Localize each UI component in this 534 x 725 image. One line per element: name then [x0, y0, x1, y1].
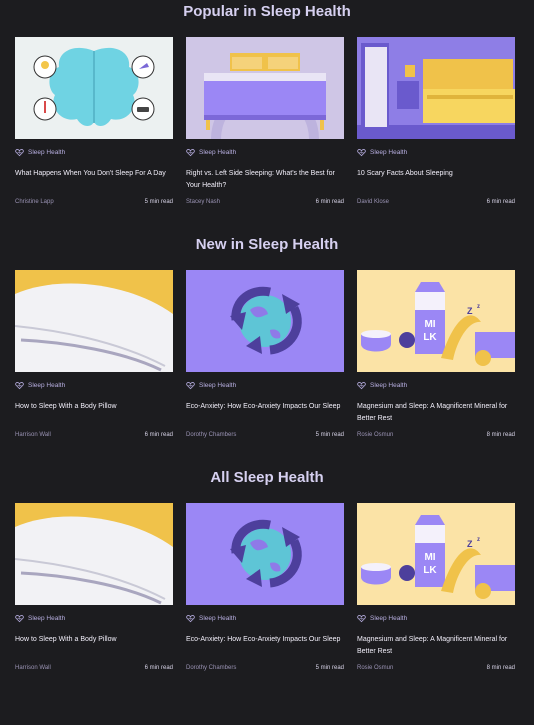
section-title: New in Sleep Health: [195, 236, 339, 253]
article-title[interactable]: Eco-Anxiety: How Eco-Anxiety Impacts Our…: [186, 401, 344, 425]
category-tag[interactable]: Sleep Health: [186, 380, 344, 390]
read-time: 6 min read: [486, 199, 515, 205]
article-title[interactable]: Magnesium and Sleep: A Magnificent Miner…: [357, 401, 515, 425]
svg-text:Z: Z: [467, 539, 473, 549]
article-meta: Rosie Osmun 8 min read: [357, 665, 515, 671]
heart-icon: [186, 381, 195, 389]
pillow-photo[interactable]: [15, 270, 173, 372]
article-card[interactable]: Sleep Health Right vs. Left Side Sleepin…: [186, 37, 344, 205]
category-tag[interactable]: Sleep Health: [186, 147, 344, 157]
heart-icon: [15, 381, 24, 389]
read-time: 8 min read: [486, 665, 515, 671]
article-card[interactable]: Sleep Health Eco-Anxiety: How Eco-Anxiet…: [186, 270, 344, 438]
author-name[interactable]: Christine Lapp: [15, 199, 54, 205]
tag-label: Sleep Health: [28, 148, 66, 156]
svg-text:MI: MI: [424, 319, 435, 330]
article-title[interactable]: Right vs. Left Side Sleeping: What's the…: [186, 168, 344, 192]
category-tag[interactable]: Sleep Health: [15, 147, 173, 157]
article-title[interactable]: What Happens When You Don't Sleep For A …: [15, 168, 173, 192]
article-card[interactable]: Sleep Health How to Sleep With a Body Pi…: [15, 503, 173, 671]
svg-text:Z: Z: [467, 306, 473, 316]
section-popular: Popular in Sleep Health Sleep Health Wha…: [0, 0, 534, 205]
tag-label: Sleep Health: [199, 148, 237, 156]
brain-illustration[interactable]: [15, 37, 173, 139]
milk-banana-illustration[interactable]: MI LK Z z: [357, 270, 515, 372]
heart-icon: [357, 148, 366, 156]
svg-text:z: z: [477, 304, 480, 310]
article-meta: Harrison Wall 6 min read: [15, 432, 173, 438]
heart-icon: [186, 614, 195, 622]
tag-label: Sleep Health: [28, 614, 66, 622]
article-meta: Dorothy Chambers 5 min read: [186, 665, 344, 671]
read-time: 5 min read: [315, 665, 344, 671]
heart-icon: [357, 381, 366, 389]
heart-icon: [357, 614, 366, 622]
article-meta: Harrison Wall 6 min read: [15, 665, 173, 671]
read-time: 5 min read: [315, 432, 344, 438]
category-tag[interactable]: Sleep Health: [186, 613, 344, 623]
section-new: New in Sleep Health Sleep Health How to …: [0, 236, 534, 438]
bed-illustration[interactable]: [186, 37, 344, 139]
svg-text:LK: LK: [423, 332, 437, 343]
section-all: All Sleep Health Sleep Health How to Sle…: [0, 469, 534, 671]
article-meta: Rosie Osmun 8 min read: [357, 432, 515, 438]
svg-text:MI: MI: [424, 552, 435, 563]
read-time: 6 min read: [144, 665, 173, 671]
category-tag[interactable]: Sleep Health: [357, 613, 515, 623]
read-time: 6 min read: [315, 199, 344, 205]
card-grid: Sleep Health What Happens When You Don't…: [0, 37, 534, 205]
article-card[interactable]: MI LK Z z Sleep Health Magnesium and Sle…: [357, 270, 515, 438]
author-name[interactable]: Harrison Wall: [15, 432, 51, 438]
article-card[interactable]: MI LK Z z Sleep Health Magnesium and Sle…: [357, 503, 515, 671]
author-name[interactable]: Harrison Wall: [15, 665, 51, 671]
author-name[interactable]: Stacey Nash: [186, 199, 220, 205]
author-name[interactable]: Dorothy Chambers: [186, 432, 236, 438]
tag-label: Sleep Health: [199, 381, 237, 389]
article-meta: Dorothy Chambers 5 min read: [186, 432, 344, 438]
heart-icon: [186, 148, 195, 156]
author-name[interactable]: Rosie Osmun: [357, 665, 393, 671]
author-name[interactable]: Rosie Osmun: [357, 432, 393, 438]
recycle-globe-illustration[interactable]: [186, 270, 344, 372]
section-title: All Sleep Health: [210, 469, 324, 486]
read-time: 6 min read: [144, 432, 173, 438]
heart-icon: [15, 614, 24, 622]
tag-label: Sleep Health: [28, 381, 66, 389]
article-title[interactable]: How to Sleep With a Body Pillow: [15, 401, 173, 425]
author-name[interactable]: David Klose: [357, 199, 389, 205]
category-tag[interactable]: Sleep Health: [15, 613, 173, 623]
pillow-photo[interactable]: [15, 503, 173, 605]
read-time: 8 min read: [486, 432, 515, 438]
section-title: Popular in Sleep Health: [183, 3, 351, 20]
article-card[interactable]: Sleep Health Eco-Anxiety: How Eco-Anxiet…: [186, 503, 344, 671]
heart-icon: [15, 148, 24, 156]
article-meta: Stacey Nash 6 min read: [186, 199, 344, 205]
category-tag[interactable]: Sleep Health: [357, 147, 515, 157]
svg-text:LK: LK: [423, 565, 437, 576]
article-title[interactable]: Magnesium and Sleep: A Magnificent Miner…: [357, 634, 515, 658]
tag-label: Sleep Health: [370, 614, 408, 622]
read-time: 5 min read: [144, 199, 173, 205]
article-title[interactable]: Eco-Anxiety: How Eco-Anxiety Impacts Our…: [186, 634, 344, 658]
tag-label: Sleep Health: [199, 614, 237, 622]
article-title[interactable]: How to Sleep With a Body Pillow: [15, 634, 173, 658]
article-card[interactable]: Sleep Health 10 Scary Facts About Sleepi…: [357, 37, 515, 205]
article-meta: Christine Lapp 5 min read: [15, 199, 173, 205]
recycle-globe-illustration[interactable]: [186, 503, 344, 605]
author-name[interactable]: Dorothy Chambers: [186, 665, 236, 671]
article-meta: David Klose 6 min read: [357, 199, 515, 205]
tag-label: Sleep Health: [370, 381, 408, 389]
card-grid: Sleep Health How to Sleep With a Body Pi…: [0, 270, 534, 438]
article-card[interactable]: Sleep Health How to Sleep With a Body Pi…: [15, 270, 173, 438]
category-tag[interactable]: Sleep Health: [357, 380, 515, 390]
tag-label: Sleep Health: [370, 148, 408, 156]
svg-text:z: z: [477, 537, 480, 543]
milk-banana-illustration[interactable]: MI LK Z z: [357, 503, 515, 605]
category-tag[interactable]: Sleep Health: [15, 380, 173, 390]
article-title[interactable]: 10 Scary Facts About Sleeping: [357, 168, 515, 192]
card-grid: Sleep Health How to Sleep With a Body Pi…: [0, 503, 534, 671]
article-card[interactable]: Sleep Health What Happens When You Don't…: [15, 37, 173, 205]
bedroom-illustration[interactable]: [357, 37, 515, 139]
